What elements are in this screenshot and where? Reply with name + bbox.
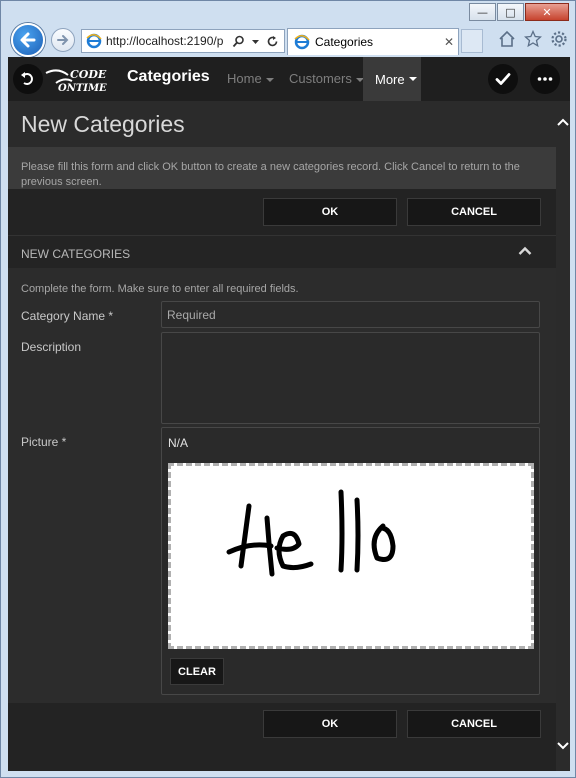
description-textarea[interactable] [161, 332, 540, 424]
form-hint: Complete the form. Make sure to enter al… [21, 283, 299, 295]
ellipsis-icon [537, 77, 553, 81]
scroll-down-icon[interactable] [556, 739, 570, 753]
star-icon[interactable] [523, 29, 543, 49]
address-url[interactable]: http://localhost:2190/p [106, 34, 232, 48]
caret-down-icon [265, 77, 274, 82]
dropdown-arrow-icon[interactable] [251, 35, 260, 48]
refresh-icon[interactable] [266, 35, 279, 48]
bottom-action-bar: OK CANCEL [8, 703, 556, 745]
forward-arrow-icon [57, 35, 69, 45]
ok-button-top[interactable]: OK [263, 198, 397, 226]
app-viewport: CODE ONTIME Categories Home Customers Mo… [8, 57, 570, 771]
app-bar: CODE ONTIME Categories Home Customers Mo… [8, 57, 570, 101]
picture-field: N/A CLEAR [161, 427, 540, 695]
caret-down-icon [408, 77, 417, 81]
back-arrow-icon [20, 32, 36, 48]
signature-drawing [226, 489, 396, 577]
browser-tab[interactable]: Categories ✕ [287, 28, 459, 55]
top-action-bar: OK CANCEL [8, 189, 556, 235]
scroll-up-icon[interactable] [556, 115, 570, 129]
menu-home-label: Home [227, 71, 262, 86]
search-icon[interactable] [232, 35, 245, 48]
svg-text:CODE: CODE [70, 68, 107, 81]
window-controls: — □ ✕ [468, 3, 569, 21]
app-back-button[interactable] [13, 64, 43, 94]
check-button[interactable] [488, 64, 518, 94]
description-band: Please fill this form and click OK butto… [8, 147, 556, 189]
close-tab-icon[interactable]: ✕ [440, 35, 458, 49]
menu-home[interactable]: Home [227, 71, 274, 86]
page-description: Please fill this form and click OK butto… [21, 161, 520, 188]
page-title: New Categories [21, 111, 185, 137]
more-options-button[interactable] [530, 64, 560, 94]
maximize-button[interactable]: □ [497, 3, 524, 21]
menu-customers-label: Customers [289, 71, 352, 86]
close-window-button[interactable]: ✕ [525, 3, 569, 21]
cancel-button-bottom[interactable]: CANCEL [407, 710, 541, 738]
section-header[interactable]: NEW CATEGORIES [8, 235, 556, 268]
menu-customers[interactable]: Customers [289, 71, 364, 86]
address-bar[interactable]: http://localhost:2190/p [81, 29, 285, 53]
ok-button-bottom[interactable]: OK [263, 710, 397, 738]
browser-window: — □ ✕ http://localhost:2190/p Categories… [0, 0, 576, 778]
section-title: NEW CATEGORIES [21, 247, 131, 261]
vertical-scrollbar[interactable] [556, 101, 570, 771]
category-name-label: Category Name * [21, 309, 114, 323]
ie-tab-icon [294, 34, 310, 50]
browser-toolbar [497, 29, 569, 49]
browser-back-button[interactable] [11, 23, 45, 57]
tab-title: Categories [315, 35, 374, 49]
picture-label: Picture * [21, 435, 67, 449]
picture-value: N/A [168, 436, 189, 450]
category-name-input[interactable]: Required [161, 301, 540, 328]
app-title[interactable]: Categories [127, 68, 210, 86]
cancel-button-top[interactable]: CANCEL [407, 198, 541, 226]
signature-pad[interactable] [168, 463, 534, 649]
menu-more-label: More [375, 71, 405, 87]
browser-forward-button[interactable] [51, 28, 75, 52]
gear-icon[interactable] [549, 29, 569, 49]
svg-text:ONTIME: ONTIME [58, 83, 107, 94]
page-footer-space [8, 745, 556, 771]
ie-page-icon [86, 33, 102, 49]
chevron-up-icon[interactable] [518, 246, 532, 256]
page-header: New Categories [8, 101, 556, 147]
new-category-form: Complete the form. Make sure to enter al… [8, 268, 556, 703]
new-tab-button[interactable] [461, 29, 483, 53]
menu-more[interactable]: More [363, 57, 421, 101]
description-label: Description [21, 340, 82, 354]
clear-signature-button[interactable]: CLEAR [170, 658, 224, 685]
undo-icon [21, 72, 33, 85]
minimize-button[interactable]: — [469, 3, 496, 21]
home-icon[interactable] [497, 29, 517, 49]
checkmark-icon [495, 73, 511, 85]
code-on-time-logo[interactable]: CODE ONTIME [42, 65, 110, 95]
page-content: New Categories Please fill this form and… [8, 101, 556, 771]
